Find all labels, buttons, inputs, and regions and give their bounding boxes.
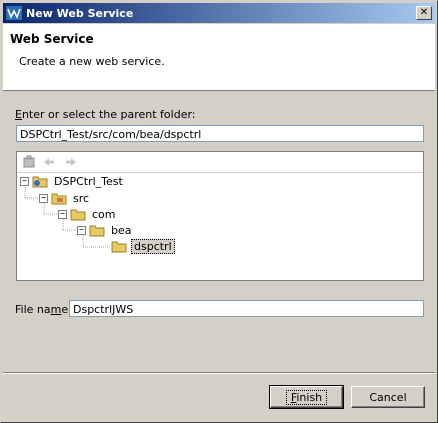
source-folder-icon — [51, 193, 67, 205]
new-web-service-dialog: New Web Service ✕ Web Service Create a n… — [0, 0, 438, 423]
close-icon: ✕ — [419, 7, 429, 18]
file-name-label: File name: — [15, 303, 72, 316]
tree-node-label: src — [73, 191, 90, 205]
tree-node-label: DSPCtrl_Test — [54, 174, 123, 188]
parent-folder-label-mnemonic: E — [15, 108, 22, 121]
parent-folder-label: Enter or select the parent folder: — [15, 108, 196, 121]
finish-button-label: Finish — [285, 390, 328, 405]
tree-node-project[interactable]: − DSPCtrl_Test — [20, 173, 125, 189]
file-name-label-mnemonic: m — [50, 303, 62, 316]
file-name-input[interactable]: DspctrlJWS — [69, 300, 424, 317]
banner-description: Create a new web service. — [19, 55, 165, 68]
file-name-label-pre: File na — [15, 303, 51, 316]
web-service-app-icon — [6, 6, 22, 20]
window-title: New Web Service — [26, 6, 134, 20]
collapse-icon[interactable]: − — [20, 176, 29, 186]
title-bar[interactable]: New Web Service ✕ — [3, 3, 435, 23]
project-icon — [32, 176, 48, 188]
button-bar-separator — [3, 372, 435, 374]
tree-node-label: bea — [111, 223, 132, 237]
wizard-banner: Web Service Create a new web service. — [3, 24, 435, 91]
collapse-icon[interactable]: − — [58, 209, 67, 219]
parent-folder-input[interactable]: DSPCtrl_Test/src/com/bea/dspctrl — [16, 125, 424, 142]
tree-node-label: com — [92, 207, 116, 221]
package-folder-icon — [70, 209, 86, 221]
package-folder-icon — [111, 241, 127, 253]
collapse-icon[interactable]: − — [77, 225, 86, 235]
banner-title: Web Service — [10, 32, 94, 46]
finish-label-rest: inish — [296, 391, 323, 404]
finish-button[interactable]: Finish — [269, 385, 344, 409]
close-button[interactable]: ✕ — [416, 6, 432, 20]
tree-node-bea[interactable]: − bea — [77, 222, 134, 238]
tree-node-src[interactable]: − src — [39, 190, 91, 206]
parent-folder-label-text: nter or select the parent folder: — [21, 108, 196, 121]
tree-node-com[interactable]: − com — [58, 206, 118, 222]
cancel-button[interactable]: Cancel — [351, 386, 425, 408]
folder-tree[interactable]: − DSPCtrl_Test − src − com − bea dspctrl — [16, 151, 424, 281]
package-folder-icon — [89, 225, 105, 237]
tree-node-label-selected: dspctrl — [131, 238, 175, 254]
tree-node-dspctrl[interactable]: dspctrl — [111, 238, 175, 254]
collapse-icon[interactable]: − — [39, 193, 48, 203]
